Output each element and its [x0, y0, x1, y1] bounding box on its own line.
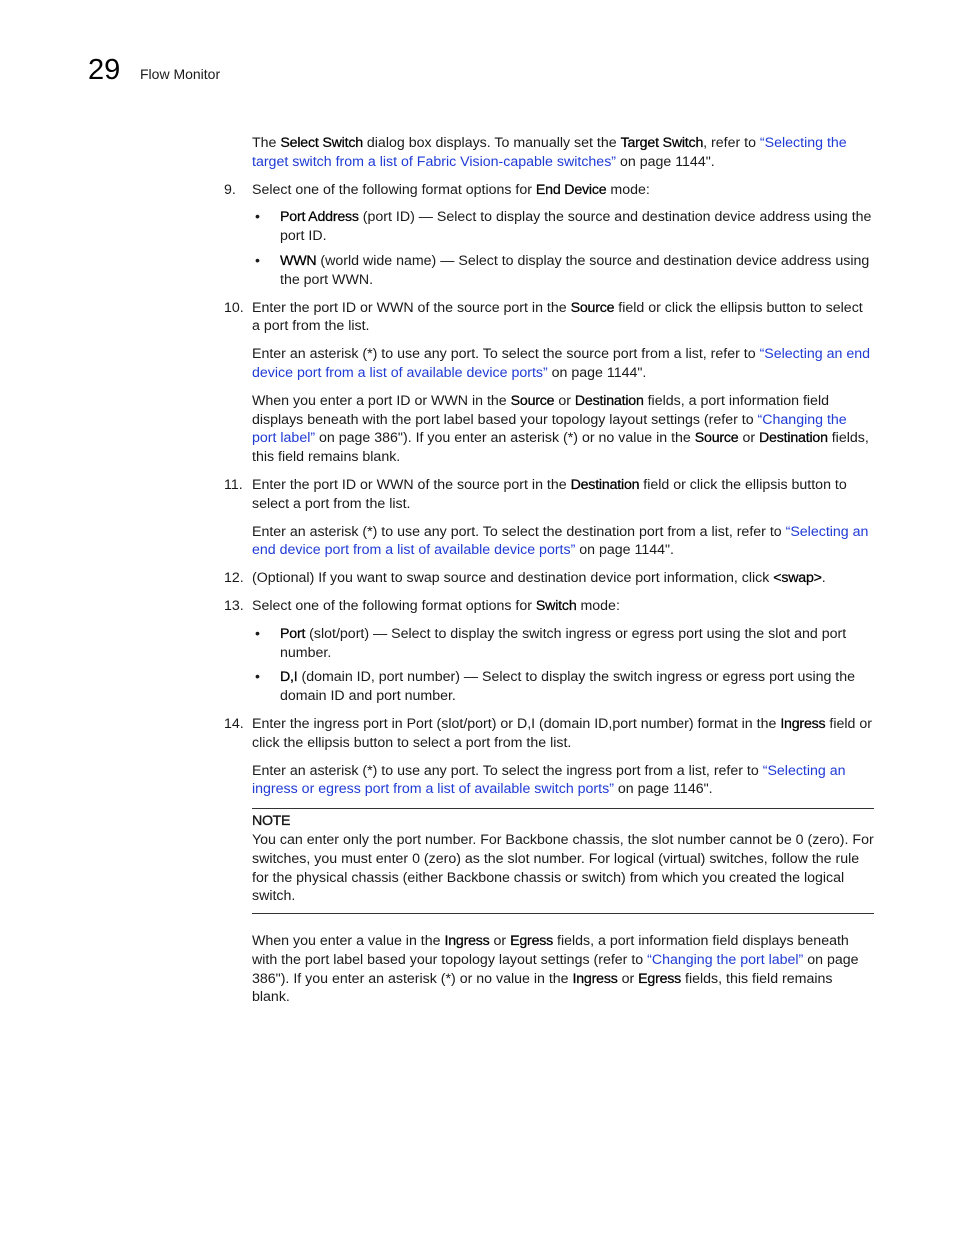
- bullet-text: Port Address (port ID) — Select to displ…: [280, 209, 872, 245]
- step-14: 14. Enter the ingress port in Port (slot…: [224, 715, 874, 753]
- step-number: 9.: [224, 181, 236, 198]
- text: on page 1144".: [616, 153, 715, 170]
- text: The: [252, 135, 281, 151]
- ui-term: Target Switch: [620, 135, 704, 151]
- step-11-asterisk-paragraph: Enter an asterisk (*) to use any port. T…: [252, 523, 869, 559]
- step-text: Enter the port ID or WWN of the source p…: [252, 476, 847, 512]
- text: , refer to: [703, 135, 760, 151]
- chapter-title: Flow Monitor: [140, 66, 221, 82]
- bullet-domain-id: • D,I (domain ID, port number) — Select …: [252, 668, 874, 706]
- note-label: NOTE: [252, 813, 291, 830]
- step-11: 11. Enter the port ID or WWN of the sour…: [224, 476, 874, 514]
- step-14-asterisk-paragraph: Enter an asterisk (*) to use any port. T…: [252, 762, 846, 798]
- bullet-text: WWN (world wide name) — Select to displa…: [280, 252, 870, 288]
- note-text: You can enter only the port number. For …: [252, 831, 874, 905]
- step-text: Enter the port ID or WWN of the source p…: [252, 299, 863, 335]
- chapter-number: 29: [88, 54, 121, 86]
- link-changing-port-label[interactable]: “Changing the port label”: [647, 952, 803, 968]
- bullet-text: Port (slot/port) — Select to display the…: [280, 625, 847, 661]
- ui-term: Select Switch: [280, 135, 363, 151]
- step-number: 11.: [224, 476, 243, 493]
- step-text: Enter the ingress port in Port (slot/por…: [252, 715, 872, 751]
- step-number: 12.: [224, 570, 244, 587]
- bullet-icon: •: [255, 209, 260, 226]
- bullet-text: D,I (domain ID, port number) — Select to…: [280, 669, 856, 705]
- step-text: Select one of the following format optio…: [252, 597, 620, 614]
- intro-paragraph: The Select Switch dialog box displays. T…: [252, 134, 874, 172]
- page-content: The Select Switch dialog box displays. T…: [224, 134, 874, 1016]
- bullet-port-address: • Port Address (port ID) — Select to dis…: [252, 208, 874, 246]
- step-13: 13. Select one of the following format o…: [224, 597, 874, 616]
- bullet-icon: •: [255, 625, 260, 642]
- step-10-asterisk-paragraph: Enter an asterisk (*) to use any port. T…: [252, 346, 870, 381]
- step-14-port-info-paragraph: When you enter a value in the Ingress or…: [252, 933, 859, 1006]
- bullet-wwn: • WWN (world wide name) — Select to disp…: [252, 252, 874, 290]
- bullet-port: • Port (slot/port) — Select to display t…: [252, 625, 874, 663]
- step-9: 9. Select one of the following format op…: [224, 181, 874, 200]
- note-box: NOTE You can enter only the port number.…: [252, 808, 874, 915]
- bullet-icon: •: [255, 669, 260, 686]
- step-10: 10. Enter the port ID or WWN of the sour…: [224, 299, 874, 337]
- step-text: (Optional) If you want to swap source an…: [252, 570, 826, 587]
- step-10-port-info-paragraph: When you enter a port ID or WWN in the S…: [252, 392, 869, 466]
- text: dialog box displays. To manually set the: [362, 135, 621, 151]
- step-number: 14.: [224, 715, 244, 732]
- step-text: Select one of the following format optio…: [252, 181, 650, 198]
- bullet-icon: •: [255, 252, 260, 269]
- step-number: 13.: [224, 597, 244, 614]
- step-12: 12. (Optional) If you want to swap sourc…: [224, 569, 874, 588]
- step-number: 10.: [224, 299, 244, 316]
